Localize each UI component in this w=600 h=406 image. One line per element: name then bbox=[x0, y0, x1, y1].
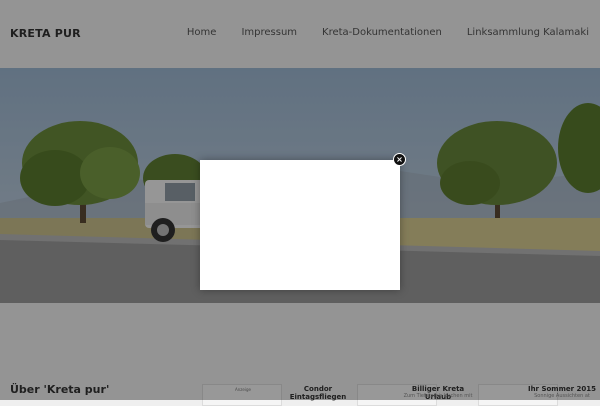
close-glyph: × bbox=[396, 154, 403, 164]
close-icon[interactable]: × bbox=[393, 153, 406, 166]
modal-dialog bbox=[200, 160, 400, 290]
